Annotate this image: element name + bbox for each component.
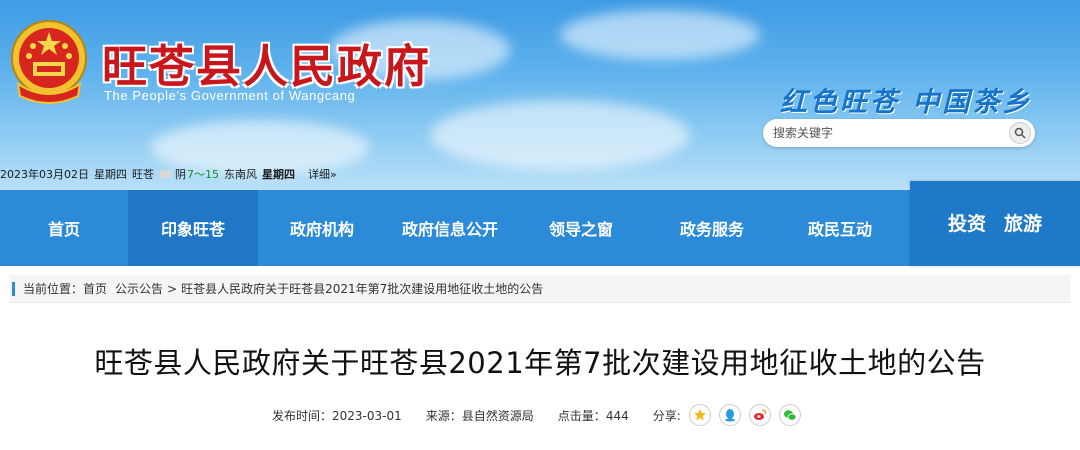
qq-icon[interactable] <box>718 404 741 426</box>
source-value: 县自然资源局 <box>461 408 534 423</box>
cloud-decoration <box>430 100 690 170</box>
weibo-icon[interactable] <box>748 404 771 426</box>
breadcrumb: 当前位置： 首页 公示公告 > 旺苍县人民政府关于旺苍县2021年第7批次建设用… <box>10 275 1070 303</box>
site-subtitle: The People's Government of Wangcang <box>104 88 356 103</box>
breadcrumb-section-link[interactable]: 公示公告 <box>115 280 163 297</box>
weather-wind: 东南风 <box>224 168 257 181</box>
search-box <box>763 119 1035 147</box>
source-label: 来源： <box>425 408 462 423</box>
search-input[interactable] <box>773 123 1003 143</box>
article-meta: 发布时间：2023-03-01 来源：县自然资源局 点击量：444 分享: <box>272 402 801 428</box>
publish-date: 2023-03-01 <box>332 408 402 423</box>
article-title: 旺苍县人民政府关于旺苍县2021年第7批次建设用地征收土地的公告 <box>94 346 986 380</box>
national-emblem-icon[interactable] <box>8 18 90 104</box>
search-button[interactable] <box>1009 122 1031 144</box>
source-info: 来源：县自然资源局 <box>426 407 534 424</box>
current-date: 2023年03月02日 <box>0 168 89 181</box>
qzone-icon[interactable] <box>688 404 711 426</box>
weather-condition: 阴 <box>175 168 186 181</box>
share-label: 分享: <box>652 408 681 423</box>
publish-label: 发布时间： <box>272 408 333 423</box>
publish-info: 发布时间：2023-03-01 <box>272 407 402 424</box>
cloud-decoration <box>560 10 760 60</box>
nav-item-leaders[interactable]: 领导之窗 <box>514 190 648 266</box>
breadcrumb-marker <box>12 281 15 296</box>
nav-item-government-agencies[interactable]: 政府机构 <box>258 190 386 266</box>
nav-item-investment[interactable]: 投资 <box>948 209 986 266</box>
nav-item-information-disclosure[interactable]: 政府信息公开 <box>386 190 514 266</box>
nav-special-block: 投资 旅游 <box>910 181 1080 266</box>
breadcrumb-prefix: 当前位置： <box>23 282 84 296</box>
nav-item-tourism[interactable]: 旅游 <box>1004 209 1042 266</box>
site-header: 旺苍县人民政府 The People's Government of Wangc… <box>0 0 1080 190</box>
weather-temperature: 7～15 <box>187 168 219 181</box>
nav-item-government-services[interactable]: 政务服务 <box>648 190 776 266</box>
hits-label: 点击量： <box>557 408 606 423</box>
weather-detail-link[interactable]: 详细» <box>308 166 337 182</box>
current-weekday: 星期四 <box>94 168 127 181</box>
wechat-icon[interactable] <box>778 404 801 426</box>
weather-city: 旺苍 <box>132 168 154 181</box>
hits-info: 点击量：444 <box>558 407 629 424</box>
cloud-icon <box>159 170 173 178</box>
site-slogan: 红色旺苍 中国茶乡 <box>780 87 1033 118</box>
hits-value: 444 <box>605 408 629 423</box>
breadcrumb-current: 旺苍县人民政府关于旺苍县2021年第7批次建设用地征收土地的公告 <box>181 282 544 296</box>
nav-item-impression[interactable]: 印象旺苍 <box>128 190 258 266</box>
nav-item-home[interactable]: 首页 <box>0 190 128 266</box>
breadcrumb-home-link[interactable]: 首页 <box>83 280 107 297</box>
date-weather-bar: 2023年03月02日 星期四 旺苍 阴 7～15 东南风 星期四 详细» <box>0 164 342 184</box>
site-title[interactable]: 旺苍县人民政府 <box>102 30 431 95</box>
breadcrumb-separator: > <box>167 281 178 296</box>
nav-item-interaction[interactable]: 政民互动 <box>776 190 904 266</box>
weather-weekday: 星期四 <box>262 168 295 181</box>
search-icon <box>1014 127 1026 139</box>
